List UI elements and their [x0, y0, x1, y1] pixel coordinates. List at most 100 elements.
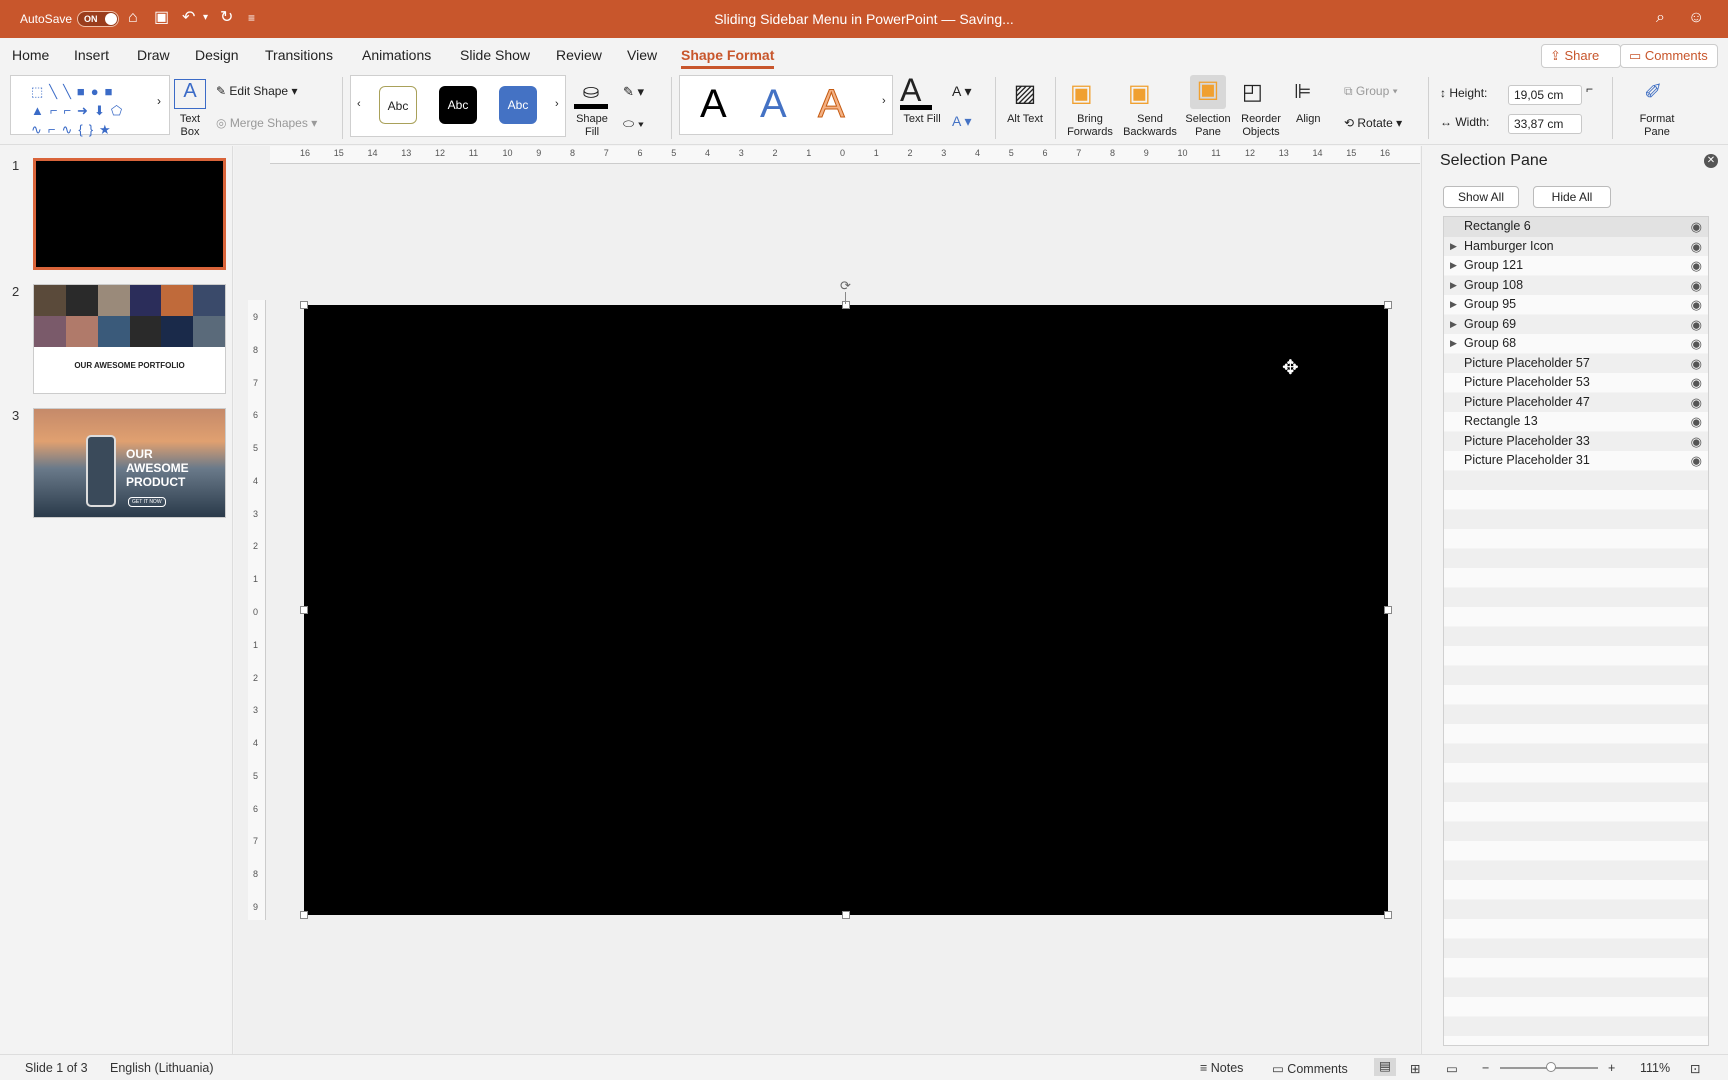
tab-insert[interactable]: Insert [74, 47, 109, 63]
resize-handle-t[interactable] [842, 301, 850, 309]
text-fill-label[interactable]: Text Fill [900, 113, 944, 126]
visibility-eye-icon[interactable]: ◉ [1691, 315, 1702, 335]
tab-draw[interactable]: Draw [137, 47, 170, 63]
tab-home[interactable]: Home [12, 47, 49, 63]
visibility-eye-icon[interactable]: ◉ [1691, 217, 1702, 237]
shape-outline-icon[interactable]: ✎ ▾ [623, 85, 644, 98]
slide-thumbnail-2[interactable]: OUR AWESOME PORTFOLIO [33, 284, 226, 394]
text-effects-icon[interactable]: A ▾ [952, 114, 971, 128]
wordart-black[interactable]: A [700, 82, 727, 127]
shapes-more-icon[interactable]: › [157, 95, 161, 108]
zoom-in-icon[interactable]: + [1608, 1061, 1615, 1075]
style-option-outline[interactable]: Abc [379, 86, 417, 124]
visibility-eye-icon[interactable]: ◉ [1691, 276, 1702, 296]
close-icon[interactable]: ✕ [1704, 154, 1718, 168]
resize-handle-l[interactable] [300, 606, 308, 614]
send-backwards-icon[interactable]: ▣ [1128, 79, 1158, 107]
expand-icon[interactable]: ▶ [1450, 315, 1457, 335]
tab-animations[interactable]: Animations [362, 47, 431, 63]
styles-prev-icon[interactable]: ‹ [357, 98, 361, 111]
resize-handle-br[interactable] [1384, 911, 1392, 919]
align-label[interactable]: Align [1296, 113, 1320, 126]
tab-shape-format[interactable]: Shape Format [681, 47, 775, 69]
visibility-eye-icon[interactable]: ◉ [1691, 373, 1702, 393]
selection-pane-icon[interactable]: ▣ [1190, 75, 1226, 109]
expand-icon[interactable]: ▶ [1450, 276, 1457, 296]
expand-icon[interactable]: ▶ [1450, 295, 1457, 315]
selection-item[interactable]: ▶ Group 108 ◉ [1444, 276, 1708, 296]
expand-icon[interactable]: ▶ [1450, 334, 1457, 354]
bring-forwards-label[interactable]: Bring Forwards [1062, 113, 1118, 139]
zoom-level[interactable]: 111% [1640, 1061, 1670, 1075]
comments-status-button[interactable]: ▭ Comments [1272, 1061, 1348, 1076]
tab-review[interactable]: Review [556, 47, 602, 63]
resize-handle-r[interactable] [1384, 606, 1392, 614]
selection-item[interactable]: Picture Placeholder 31 ◉ [1444, 451, 1708, 471]
vertical-ruler[interactable]: 9 8 7 6 5 4 3 2 1 0 1 2 3 4 5 6 7 8 9 [248, 300, 266, 920]
slide-sorter-icon[interactable]: ⊞ [1410, 1061, 1420, 1076]
reorder-objects-label[interactable]: Reorder Objects [1236, 113, 1286, 139]
zoom-out-icon[interactable]: − [1482, 1061, 1489, 1075]
bring-forwards-icon[interactable]: ▣ [1070, 79, 1100, 107]
selection-item[interactable]: ▶ Group 69 ◉ [1444, 315, 1708, 335]
language[interactable]: English (Lithuania) [110, 1061, 214, 1075]
notes-button[interactable]: ≡ Notes [1200, 1061, 1243, 1075]
zoom-slider[interactable] [1500, 1062, 1598, 1072]
wordart-orange[interactable]: A [818, 82, 846, 127]
shapes-grid[interactable]: ⬚╲╲■●■ ▲⌐⌐➜⬇⬠ ∿⌐∿{}★ [31, 82, 128, 139]
share-button[interactable]: ⇪ Share [1541, 44, 1621, 68]
wordart-blue[interactable]: A [760, 82, 787, 127]
shapes-gallery[interactable]: ⬚╲╲■●■ ▲⌐⌐➜⬇⬠ ∿⌐∿{}★ [10, 75, 170, 137]
shape-fill-label[interactable]: Shape Fill [572, 113, 612, 139]
expand-icon[interactable]: ▶ [1450, 237, 1457, 257]
zoom-slider-thumb[interactable] [1546, 1062, 1556, 1072]
tab-slide-show[interactable]: Slide Show [460, 47, 530, 63]
width-field[interactable]: 33,87 cm [1508, 114, 1582, 134]
account-icon[interactable]: ☺ [1688, 9, 1704, 27]
merge-shapes-button[interactable]: ◎ Merge Shapes ▾ [216, 117, 317, 130]
resize-handle-bl[interactable] [300, 911, 308, 919]
visibility-eye-icon[interactable]: ◉ [1691, 237, 1702, 257]
wordart-next-icon[interactable]: › [882, 95, 886, 108]
selection-item[interactable]: Picture Placeholder 57 ◉ [1444, 354, 1708, 374]
show-all-button[interactable]: Show All [1443, 186, 1519, 208]
format-pane-label[interactable]: Format Pane [1632, 113, 1682, 139]
group-button[interactable]: ⧉ Group ▾ [1344, 85, 1398, 98]
shape-fill-icon[interactable]: ⛀ [574, 79, 608, 109]
fit-to-window-icon[interactable]: ⊡ [1690, 1061, 1700, 1076]
hide-all-button[interactable]: Hide All [1533, 186, 1611, 208]
tab-view[interactable]: View [627, 47, 657, 63]
reorder-objects-icon[interactable]: ◰ [1242, 79, 1272, 107]
rotate-button[interactable]: ⟲ Rotate ▾ [1344, 117, 1402, 130]
horizontal-ruler[interactable]: 16 15 14 13 12 11 10 9 8 7 6 5 4 3 2 1 0 1 2 3 4 5 6 7 8 9 10 11 12 1… [270, 146, 1420, 164]
selection-pane-label[interactable]: Selection Pane [1183, 113, 1233, 139]
visibility-eye-icon[interactable]: ◉ [1691, 256, 1702, 276]
selection-item[interactable]: Rectangle 6 ◉ [1444, 217, 1708, 237]
comments-button[interactable]: ▭ Comments [1620, 44, 1718, 68]
search-icon[interactable]: ⌕ [1656, 9, 1665, 27]
format-pane-icon[interactable]: ✐ [1644, 79, 1674, 107]
selection-item[interactable]: ▶ Group 95 ◉ [1444, 295, 1708, 315]
tab-design[interactable]: Design [195, 47, 239, 63]
edit-shape-button[interactable]: ✎ Edit Shape ▾ [216, 85, 297, 98]
visibility-eye-icon[interactable]: ◉ [1691, 451, 1702, 471]
shape-effects-icon[interactable]: ⬭ ▾ [623, 117, 644, 130]
alt-text-icon[interactable]: ▨ [1010, 79, 1040, 107]
visibility-eye-icon[interactable]: ◉ [1691, 354, 1702, 374]
lock-aspect-icon[interactable]: ⌐ [1586, 83, 1593, 96]
selection-item[interactable]: Picture Placeholder 47 ◉ [1444, 393, 1708, 413]
presenter-view-icon[interactable]: ▭ [1446, 1061, 1458, 1076]
alt-text-label[interactable]: Alt Text [1003, 113, 1047, 126]
selection-item[interactable]: Rectangle 13 ◉ [1444, 412, 1708, 432]
resize-handle-b[interactable] [842, 911, 850, 919]
align-icon[interactable]: ⊫ [1294, 79, 1324, 107]
resize-handle-tr[interactable] [1384, 301, 1392, 309]
visibility-eye-icon[interactable]: ◉ [1691, 393, 1702, 413]
resize-handle-tl[interactable] [300, 301, 308, 309]
selection-item[interactable]: ▶ Group 68 ◉ [1444, 334, 1708, 354]
styles-next-icon[interactable]: › [555, 98, 559, 111]
selection-item[interactable]: ▶ Hamburger Icon ◉ [1444, 237, 1708, 257]
text-box-label[interactable]: Text Box [174, 113, 206, 139]
text-box-icon[interactable]: A [174, 79, 206, 109]
selection-item[interactable]: Picture Placeholder 33 ◉ [1444, 432, 1708, 452]
